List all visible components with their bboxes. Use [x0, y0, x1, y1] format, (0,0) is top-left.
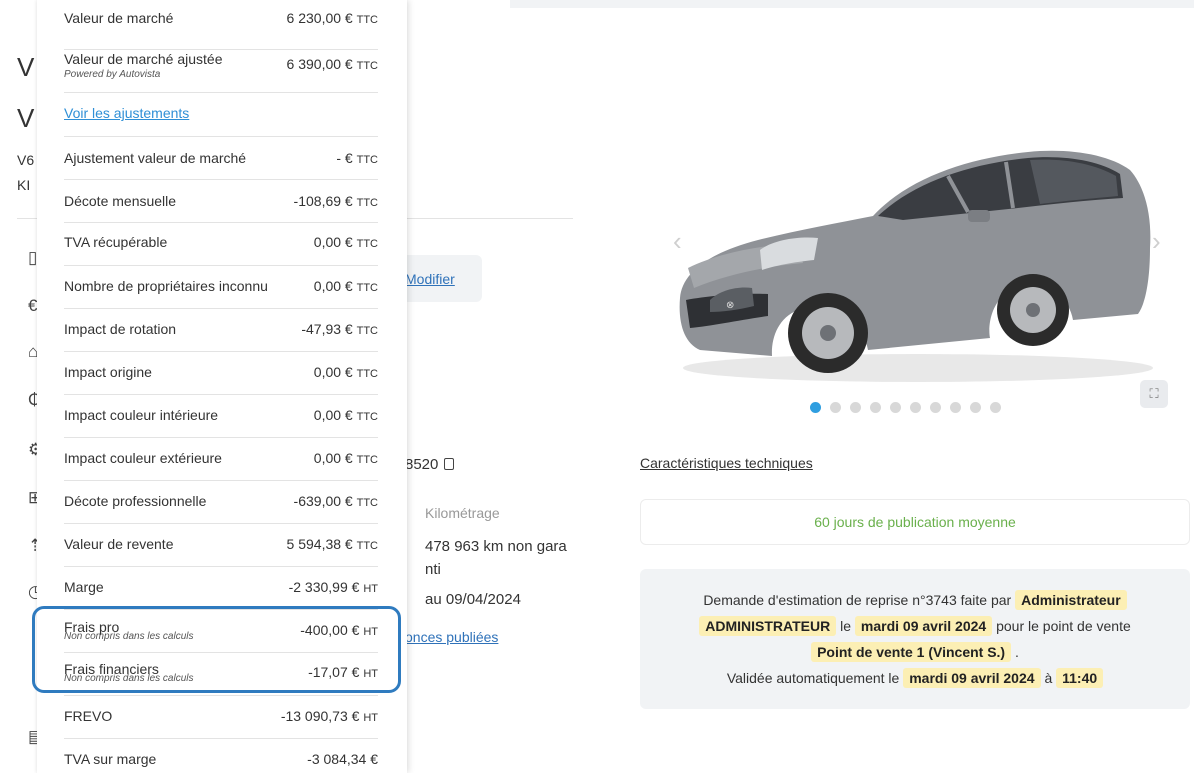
date-badge: mardi 09 avril 2024 [854, 616, 993, 636]
row-voir-ajustements: Voir les ajustements [64, 93, 378, 137]
row-frevo: FREVO -13 090,73 € HT [64, 696, 378, 739]
row-valeur-revente: Valeur de revente 5 594,38 € TTC [64, 524, 378, 567]
row-decote-professionnelle: Décote professionnelle -639,00 € TTC [64, 481, 378, 524]
carousel-dot[interactable] [990, 402, 1001, 413]
carousel-dot[interactable] [950, 402, 961, 413]
time-badge: 11:40 [1056, 668, 1104, 688]
fullscreen-icon[interactable]: ⛶ [1140, 380, 1168, 408]
row-ajustement: Ajustement valeur de marché - € TTC [64, 137, 378, 180]
date-value: au 09/04/2024 [425, 591, 521, 608]
carousel-dot[interactable] [910, 402, 921, 413]
immatriculation-value: 8520 [405, 456, 455, 473]
carousel-dots[interactable] [810, 402, 1001, 413]
requester-badge: Administrateur [1015, 590, 1127, 610]
row-valeur-marche-ajustee: Valeur de marché ajustée Powered by Auto… [64, 50, 378, 93]
copy-icon[interactable] [444, 458, 455, 470]
date-badge: mardi 09 avril 2024 [903, 668, 1041, 688]
row-decote-mensuelle: Décote mensuelle -108,69 € TTC [64, 180, 378, 223]
row-impact-rotation: Impact de rotation -47,93 € TTC [64, 309, 378, 352]
car-image: ⊗ [668, 128, 1168, 398]
point-de-vente-badge: Point de vente 1 (Vincent S.) [811, 642, 1012, 662]
kilometrage-label: Kilométrage [425, 505, 500, 521]
vehicle-version: V6 [17, 152, 35, 168]
row-impact-origine: Impact origine 0,00 € TTC [64, 352, 378, 395]
requester-badge: ADMINISTRATEUR [699, 616, 837, 636]
row-tva-recuperable: TVA récupérable 0,00 € TTC [64, 223, 378, 266]
kilometrage-value-2: nti [425, 561, 441, 578]
carousel-dot[interactable] [850, 402, 861, 413]
row-tva-marge: TVA sur marge -3 084,34 € [64, 751, 378, 767]
kilometrage-value-1: 478 963 km non gara [425, 538, 567, 555]
demande-estimation-box: Demande d'estimation de reprise n°3743 f… [640, 569, 1190, 709]
svg-text:⊗: ⊗ [726, 300, 734, 311]
row-marge: Marge -2 330,99 € HT [64, 567, 378, 610]
carousel-dot[interactable] [830, 402, 841, 413]
row-valeur-marche: Valeur de marché 6 230,00 € TTC [64, 0, 378, 50]
carousel-dot[interactable] [890, 402, 901, 413]
vehicle-mileage-short: KI [17, 177, 31, 193]
row-couleur-exterieure: Impact couleur extérieure 0,00 € TTC [64, 438, 378, 481]
carousel-dot[interactable] [870, 402, 881, 413]
vehicle-subtitle: V [17, 103, 35, 133]
frais-highlight-outline [32, 606, 401, 693]
publication-stat: 60 jours de publication moyenne [640, 499, 1190, 545]
voir-ajustements-link[interactable]: Voir les ajustements [64, 105, 189, 121]
carousel-dot[interactable] [930, 402, 941, 413]
row-couleur-interieure: Impact couleur intérieure 0,00 € TTC [64, 395, 378, 438]
modifier-link[interactable]: Modifier [405, 271, 455, 287]
row-proprietaires: Nombre de propriétaires inconnu 0,00 € T… [64, 266, 378, 309]
vehicle-title: V [17, 52, 35, 82]
annonces-publiees-link[interactable]: onces publiées [405, 629, 498, 645]
carousel-dot[interactable] [810, 402, 821, 413]
carousel-dot[interactable] [970, 402, 981, 413]
caracteristiques-techniques-link[interactable]: Caractéristiques techniques [640, 455, 813, 471]
document-icon: ▯ [28, 248, 38, 267]
